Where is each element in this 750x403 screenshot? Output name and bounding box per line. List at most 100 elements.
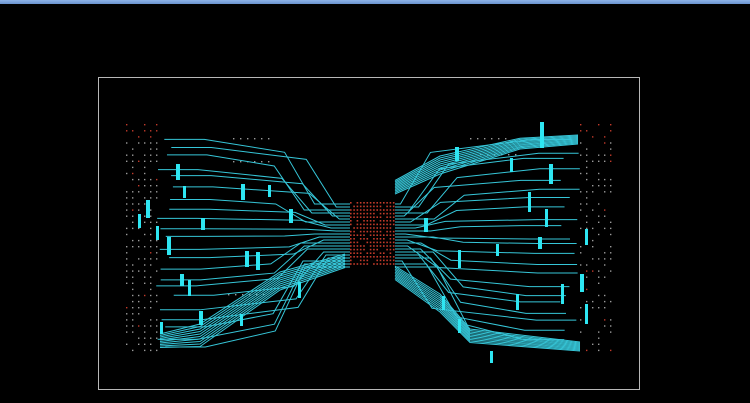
pin-dot: [598, 307, 600, 309]
via: [392, 209, 395, 211]
pin-dot: [126, 246, 128, 248]
via: [350, 220, 352, 222]
via: [369, 223, 372, 226]
pin-dot: [604, 191, 606, 193]
pin-dot: [144, 142, 146, 144]
pin-dot: [156, 349, 158, 352]
pin-dot: [132, 313, 134, 315]
via: [369, 245, 372, 247]
pin-dot: [132, 349, 134, 352]
pin-dot: [144, 337, 146, 339]
via: [356, 263, 359, 265]
via: [353, 216, 355, 218]
pin-dot: [508, 154, 510, 156]
layout-canvas[interactable]: [0, 4, 750, 403]
via: [366, 209, 369, 211]
via: [369, 216, 372, 218]
via: [389, 205, 392, 208]
via: [359, 252, 362, 254]
pin-dot: [580, 209, 582, 211]
via: [376, 230, 378, 233]
pin-dot: [610, 130, 612, 132]
right-pin-dot-grid: [580, 124, 612, 352]
pin-dot: [150, 142, 152, 144]
via: [389, 234, 392, 236]
pin-dot: [156, 148, 158, 150]
pin-dot: [126, 130, 128, 132]
pin-dot: [586, 148, 588, 150]
pad: [160, 322, 163, 334]
via: [386, 248, 388, 251]
pin-dot: [126, 203, 128, 205]
pin-dot: [580, 252, 582, 254]
pin-dot: [150, 349, 152, 352]
pin-dot: [150, 154, 152, 156]
pin-dot: [150, 191, 152, 193]
pin-dot: [132, 215, 134, 217]
pin-dot: [604, 178, 606, 181]
pin-dot: [126, 276, 128, 278]
pin-dot: [144, 282, 146, 284]
pad: [241, 184, 245, 200]
pin-dot: [138, 136, 140, 138]
via: [379, 234, 382, 236]
via: [379, 216, 382, 218]
via: [363, 216, 365, 218]
via: [376, 227, 378, 229]
pin-dot: [132, 221, 134, 223]
pin-dot: [150, 148, 152, 150]
pin-dot: [598, 203, 600, 205]
pin-dot: [610, 178, 612, 181]
via: [363, 234, 365, 236]
via: [356, 252, 359, 254]
via: [392, 220, 395, 222]
via: [363, 238, 365, 240]
pin-dot: [144, 246, 146, 248]
pin-dot: [144, 233, 146, 236]
pin-dot: [254, 138, 256, 140]
trace: [169, 208, 350, 226]
pin-dot: [598, 160, 600, 162]
pin-dot: [598, 282, 600, 284]
via: [379, 241, 382, 244]
pcb-layout-view[interactable]: [0, 4, 750, 403]
via: [386, 230, 388, 233]
via: [350, 216, 352, 218]
pin-dot: [586, 270, 588, 272]
via: [356, 248, 359, 251]
via: [392, 216, 395, 218]
via: [392, 248, 395, 251]
pin-dot: [598, 258, 600, 260]
via: [376, 238, 378, 240]
pin-dot: [586, 160, 588, 162]
pin-dot: [138, 142, 140, 144]
pin-dot: [470, 138, 472, 140]
via: [383, 252, 385, 254]
pad: [180, 274, 184, 286]
pad: [298, 282, 301, 298]
via: [350, 202, 352, 204]
pin-dot: [156, 178, 158, 181]
pin-dot: [235, 294, 237, 296]
via: [363, 245, 365, 247]
via: [389, 241, 392, 244]
pin-dot: [598, 185, 600, 187]
center-via-array: [350, 202, 395, 265]
via: [366, 202, 369, 204]
pin-dot: [586, 203, 588, 205]
via: [369, 256, 372, 258]
pad: [580, 274, 584, 292]
pin-dot: [150, 294, 152, 297]
pin-dot: [132, 154, 134, 156]
via: [353, 209, 355, 211]
pin-dot: [156, 319, 158, 321]
pin-dot: [138, 209, 140, 211]
pin-dot: [233, 161, 235, 163]
pad: [549, 164, 553, 184]
via: [353, 212, 355, 215]
pin-dot: [598, 337, 600, 339]
trace: [160, 245, 350, 281]
via: [376, 223, 378, 226]
via: [386, 256, 388, 258]
via: [386, 234, 388, 236]
